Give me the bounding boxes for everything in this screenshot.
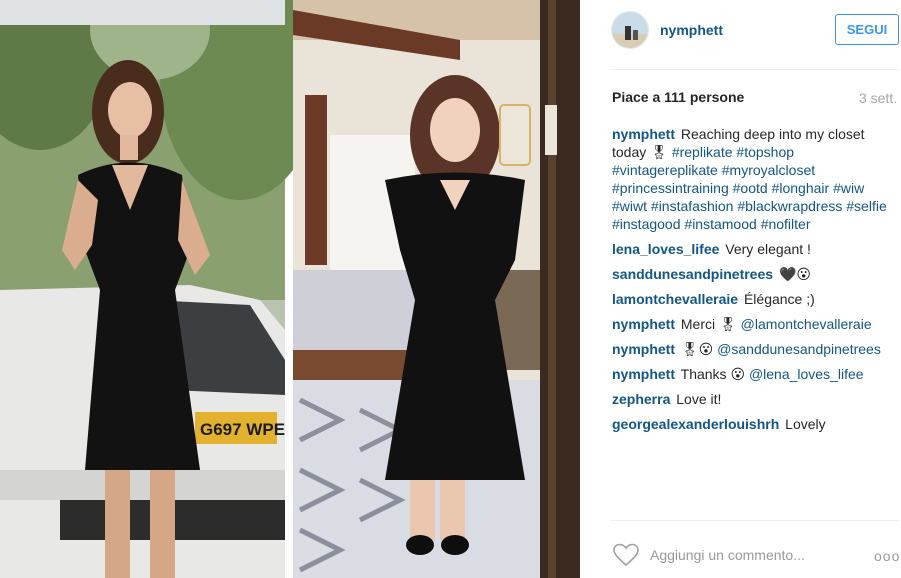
left-photo: G697 WPE [0,0,320,578]
comment-text: 🎖😮 [680,341,718,357]
hashtag-link[interactable]: #princessintraining [612,180,729,196]
hashtag-link[interactable]: #nofilter [761,216,811,232]
hashtag-link[interactable]: #wiw [833,180,864,196]
comment-item: sanddunesandpinetrees 🖤😮 [612,265,900,283]
caption-username[interactable]: nymphett [612,126,675,142]
mention-link[interactable]: @lena_loves_lifee [749,366,864,382]
right-photo [293,0,580,578]
comment-item: lena_loves_lifee Very elegant ! [612,240,900,258]
comment-username[interactable]: sanddunesandpinetrees [612,266,773,282]
comment-username[interactable]: nymphett [612,316,675,332]
comment-username[interactable]: georgealexanderlouishrh [612,416,779,432]
hashtag-link[interactable]: #instamood [684,216,756,232]
hashtag-link[interactable]: #topshop [736,144,794,160]
license-plate: G697 WPE [200,420,285,439]
comment-text: Lovely [785,416,826,432]
post-header: nymphett SEGUI [611,11,899,51]
comment-item: nymphett Merci 🎖 @lamontchevalleraie [612,315,900,333]
post-time[interactable]: 3 sett. [859,90,897,106]
more-options-button[interactable]: ooo [874,548,900,564]
comment-username[interactable]: nymphett [612,366,675,382]
comment-username[interactable]: lamontchevalleraie [612,291,738,307]
hashtag-link[interactable]: #selfie [846,198,886,214]
comment-text: Élégance ;) [743,291,815,307]
comment-item: nymphett Thanks 😮 @lena_loves_lifee [612,365,900,383]
follow-button[interactable]: SEGUI [835,14,899,45]
comment-item: zepherra Love it! [612,390,900,408]
comment-container: lena_loves_lifee Very elegant ! sanddunes… [612,240,900,433]
hashtag-link[interactable]: #myroyalcloset [722,162,815,178]
comment-item: georgealexanderlouishrh Lovely [612,415,900,433]
header-divider [611,69,899,70]
comment-text: 🖤😮 [778,266,811,282]
hashtag-link[interactable]: #instagood [612,216,681,232]
hashtag-link[interactable]: #wiwt [612,198,647,214]
hashtag-link[interactable]: #instafashion [651,198,734,214]
add-comment-input[interactable]: Aggiungi un commento... [650,547,805,563]
post-image-collage: G697 WPE [0,0,580,578]
comments-list: nymphett Reaching deep into my closet to… [612,125,900,440]
comment-username[interactable]: nymphett [612,341,675,357]
avatar-image [612,12,648,48]
hashtag-link[interactable]: #replikate [672,144,733,160]
post-side-panel: nymphett SEGUI Piace a 111 persone 3 set… [580,0,901,578]
comment-username[interactable]: zepherra [612,391,670,407]
comment-text: Very elegant ! [725,241,811,257]
mention-link[interactable]: @sanddunesandpinetrees [717,341,881,357]
post-username[interactable]: nymphett [660,22,723,38]
heart-icon[interactable] [612,543,640,567]
hashtag-link[interactable]: #ootd [733,180,768,196]
mention-link[interactable]: @lamontchevalleraie [741,316,872,332]
comment-text: Merci 🎖 [680,316,741,332]
hashtag-link[interactable]: #vintagereplikate [612,162,718,178]
comment-text: Love it! [676,391,722,407]
comment-item: lamontchevalleraie Élégance ;) [612,290,900,308]
comment-item: nymphett 🎖😮 @sanddunesandpinetrees [612,340,900,358]
footer-divider [611,520,899,521]
caption: nymphett Reaching deep into my closet to… [612,125,900,233]
likes-count[interactable]: Piace a 111 persone [612,89,744,105]
comment-text: Thanks 😮 [680,366,749,382]
post-photo[interactable]: G697 WPE [0,0,580,578]
avatar[interactable] [611,11,649,49]
hashtag-link[interactable]: #longhair [772,180,830,196]
hashtag-link[interactable]: #blackwrapdress [737,198,842,214]
comment-username[interactable]: lena_loves_lifee [612,241,719,257]
